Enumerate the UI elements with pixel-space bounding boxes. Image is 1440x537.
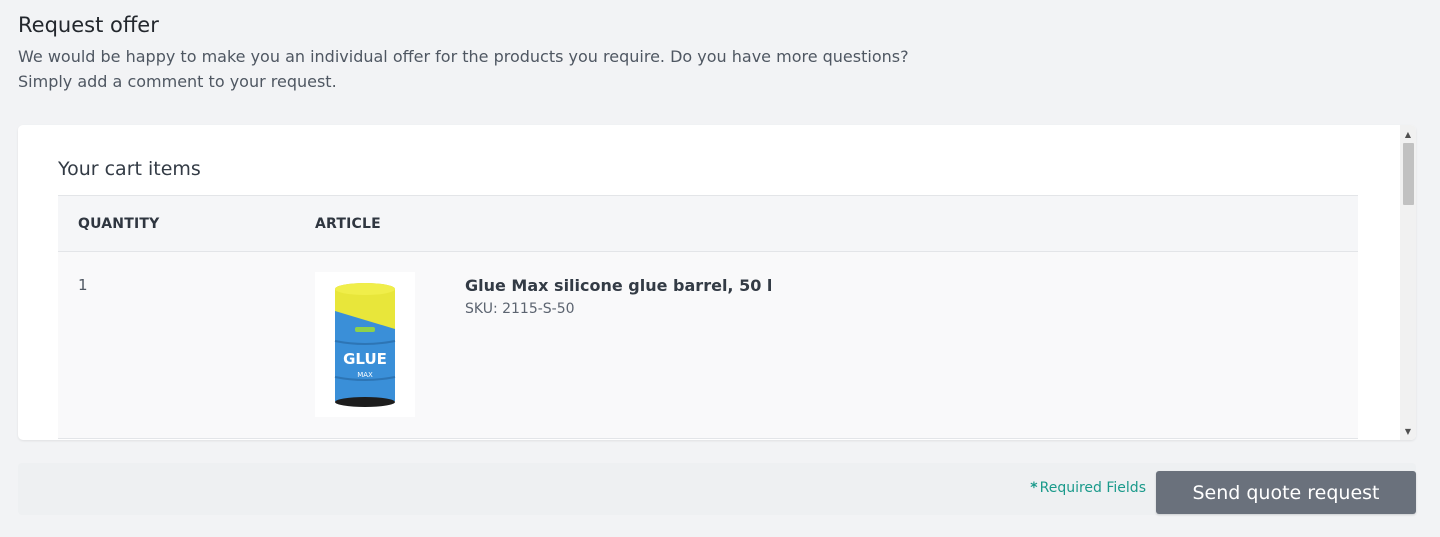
page-description: We would be happy to make you an individ… (18, 47, 909, 91)
glue-barrel-icon: GLUE MAX (334, 282, 396, 407)
scroll-thumb[interactable] (1403, 143, 1414, 205)
table-header: QUANTITY ARTICLE (58, 196, 1358, 252)
column-header-article: ARTICLE (315, 215, 381, 232)
product-info: Glue Max silicone glue barrel, 50 l SKU:… (465, 272, 772, 438)
column-header-quantity: QUANTITY (78, 215, 160, 232)
table-row: 1 GLUE MAX Glue Max silicone glue barrel… (58, 252, 1358, 439)
cart-title: Your cart items (58, 158, 201, 180)
cart-scrollbar[interactable]: ▲ ▼ (1400, 125, 1416, 440)
page-title: Request offer (18, 13, 159, 37)
cart-content: Your cart items QUANTITY ARTICLE 1 GLUE … (58, 155, 1358, 439)
scroll-up-arrow-icon[interactable]: ▲ (1400, 127, 1416, 141)
cart-table: QUANTITY ARTICLE 1 GLUE MAX Glue Max sil… (58, 195, 1358, 439)
product-name[interactable]: Glue Max silicone glue barrel, 50 l (465, 274, 772, 298)
page-header: Request offer We would be happy to make … (18, 10, 918, 94)
item-quantity: 1 (78, 276, 88, 294)
barrel-label-subtext: MAX (357, 371, 373, 379)
product-sku: SKU: 2115-S-50 (465, 301, 575, 317)
required-asterisk: * (1030, 480, 1038, 496)
cart-panel: Your cart items QUANTITY ARTICLE 1 GLUE … (18, 125, 1416, 440)
required-fields-note: * Required Fields (1030, 480, 1146, 496)
send-quote-request-button[interactable]: Send quote request (1156, 471, 1416, 514)
item-article: GLUE MAX Glue Max silicone glue barrel, … (315, 252, 1358, 438)
form-footer: * Required Fields Send quote request (18, 463, 1416, 515)
required-fields-label: Required Fields (1039, 480, 1146, 496)
barrel-label-text: GLUE (343, 350, 387, 368)
product-image[interactable]: GLUE MAX (315, 272, 415, 417)
scroll-down-arrow-icon[interactable]: ▼ (1400, 424, 1416, 438)
